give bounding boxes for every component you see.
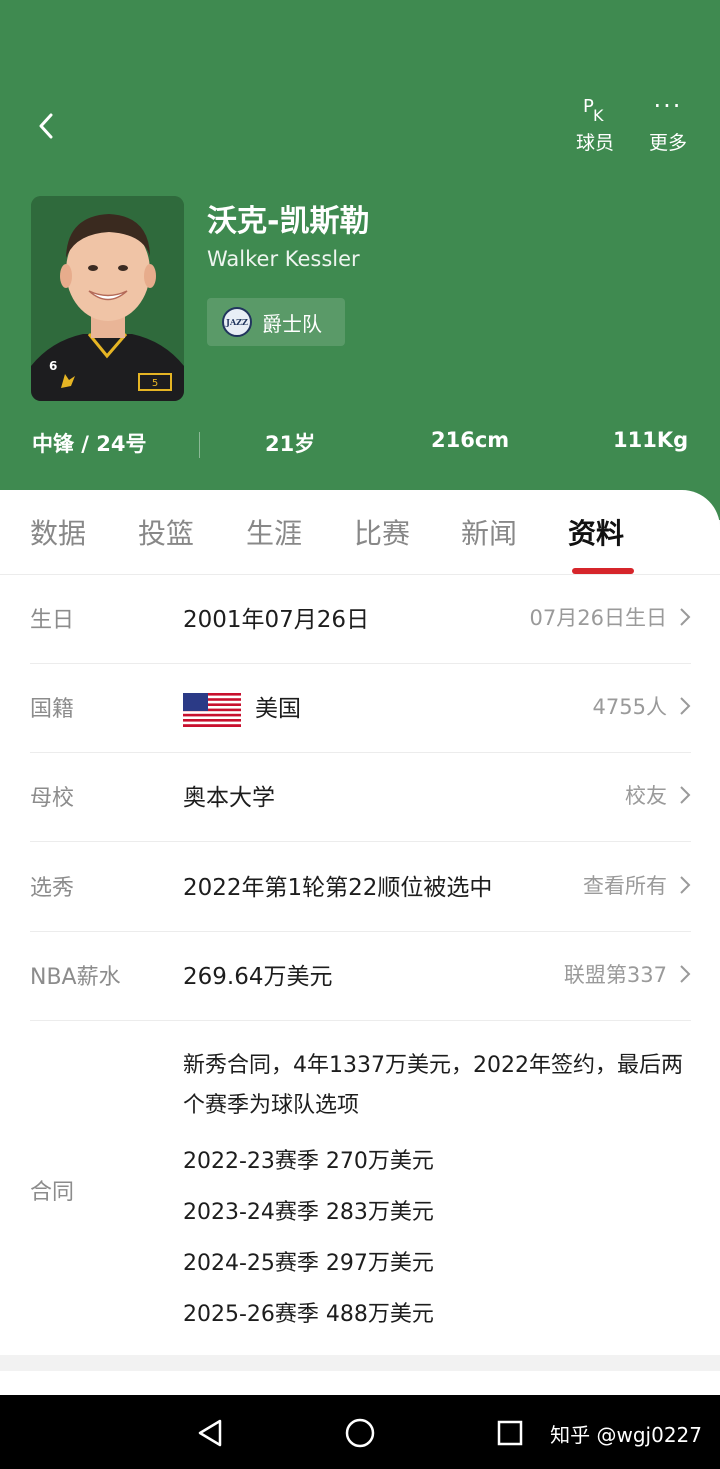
player-name-cn: 沃克-凯斯勒 [207, 204, 370, 239]
chevron-right-icon [679, 875, 691, 895]
same-birthday-link[interactable]: 07月26日生日 [530, 602, 691, 632]
college-label: 母校 [30, 786, 75, 811]
draft-row: 选秀 2022年第1轮第22顺位被选中 查看所有 [30, 842, 691, 932]
nav-recents-button[interactable] [490, 1413, 530, 1453]
more-button[interactable]: ··· 更多 [638, 92, 698, 155]
player-header: P K 球员 ··· 更多 5 6 沃克-凯斯勒 Walker Kessler … [0, 0, 720, 520]
us-flag-icon [183, 693, 241, 727]
chevron-right-icon [679, 607, 691, 627]
zhihu-watermark: 知乎 @wgj0227 [550, 1423, 702, 1447]
chevron-right-icon [679, 964, 691, 984]
contract-season-line: 2022-23赛季 270万美元 [183, 1149, 434, 1174]
team-chip[interactable]: JAZZ 爵士队 [207, 298, 345, 346]
alumni-link[interactable]: 校友 [625, 780, 691, 810]
next-section [0, 1371, 720, 1395]
section-gap [0, 1355, 720, 1371]
player-avatar: 5 6 [31, 196, 184, 401]
chevron-right-icon [679, 785, 691, 805]
contract-summary: 新秀合同，4年1337万美元，2022年签约，最后两个赛季为球队选项 [183, 1053, 683, 1118]
tab-career[interactable]: 生涯 [246, 512, 302, 552]
birthday-row: 生日 2001年07月26日 07月26日生日 [30, 574, 691, 664]
draft-label: 选秀 [30, 876, 75, 901]
salary-rank-link[interactable]: 联盟第337 [564, 959, 691, 989]
jersey-number: 6 [49, 359, 57, 373]
tab-bar: 数据 投篮 生涯 比赛 新闻 资料 [0, 490, 720, 575]
player-name-en: Walker Kessler [207, 247, 360, 271]
salary-value: 269.64万美元 [183, 964, 333, 990]
more-dots-icon: ··· [653, 92, 683, 120]
tab-stats[interactable]: 数据 [30, 512, 86, 552]
contract-season-line: 2024-25赛季 297万美元 [183, 1251, 434, 1276]
player-photo: 5 6 [31, 196, 184, 401]
tab-shooting[interactable]: 投篮 [138, 512, 194, 552]
svg-text:5: 5 [152, 378, 158, 389]
view-all-draft-link[interactable]: 查看所有 [583, 870, 691, 900]
jazz-logo-icon: JAZZ [222, 307, 252, 337]
salary-label: NBA薪水 [30, 965, 121, 990]
player-height: 216cm [431, 428, 510, 452]
tab-games[interactable]: 比赛 [354, 512, 410, 552]
team-name: 爵士队 [262, 311, 322, 336]
tab-news[interactable]: 新闻 [461, 512, 517, 552]
recents-square-icon [497, 1420, 523, 1446]
position-number: 中锋 / 24号 [32, 432, 147, 456]
contract-season-line: 2023-24赛季 283万美元 [183, 1200, 434, 1225]
college-value: 奥本大学 [183, 785, 275, 811]
more-label: 更多 [648, 132, 687, 154]
contract-label: 合同 [30, 1180, 75, 1205]
stat-divider [199, 432, 200, 458]
birthday-label: 生日 [30, 608, 75, 633]
chevron-left-icon [39, 113, 53, 139]
nationality-row: 国籍 美国 4755人 [30, 663, 691, 753]
home-circle-icon [345, 1418, 375, 1448]
player-weight: 111Kg [613, 428, 689, 452]
player-age: 21岁 [265, 432, 316, 456]
tab-profile[interactable]: 资料 [568, 512, 624, 552]
nav-home-button[interactable] [340, 1413, 380, 1453]
pk-icon: P K [583, 96, 604, 125]
nationality-label: 国籍 [30, 697, 75, 722]
draft-value: 2022年第1轮第22顺位被选中 [183, 875, 493, 901]
salary-row: NBA薪水 269.64万美元 联盟第337 [30, 931, 691, 1021]
nav-back-button[interactable] [190, 1413, 230, 1453]
college-row: 母校 奥本大学 校友 [30, 752, 691, 842]
contract-season-line: 2025-26赛季 488万美元 [183, 1302, 434, 1327]
pk-player-button[interactable]: P K 球员 [565, 96, 625, 155]
compatriots-link[interactable]: 4755人 [593, 691, 691, 721]
back-button[interactable] [28, 108, 64, 144]
system-nav-bar: 知乎 @wgj0227 [0, 1395, 720, 1469]
back-triangle-icon [198, 1419, 222, 1447]
nationality-value: 美国 [255, 696, 301, 722]
chevron-right-icon [679, 696, 691, 716]
pk-player-label: 球员 [575, 132, 614, 154]
birthday-value: 2001年07月26日 [183, 607, 370, 633]
